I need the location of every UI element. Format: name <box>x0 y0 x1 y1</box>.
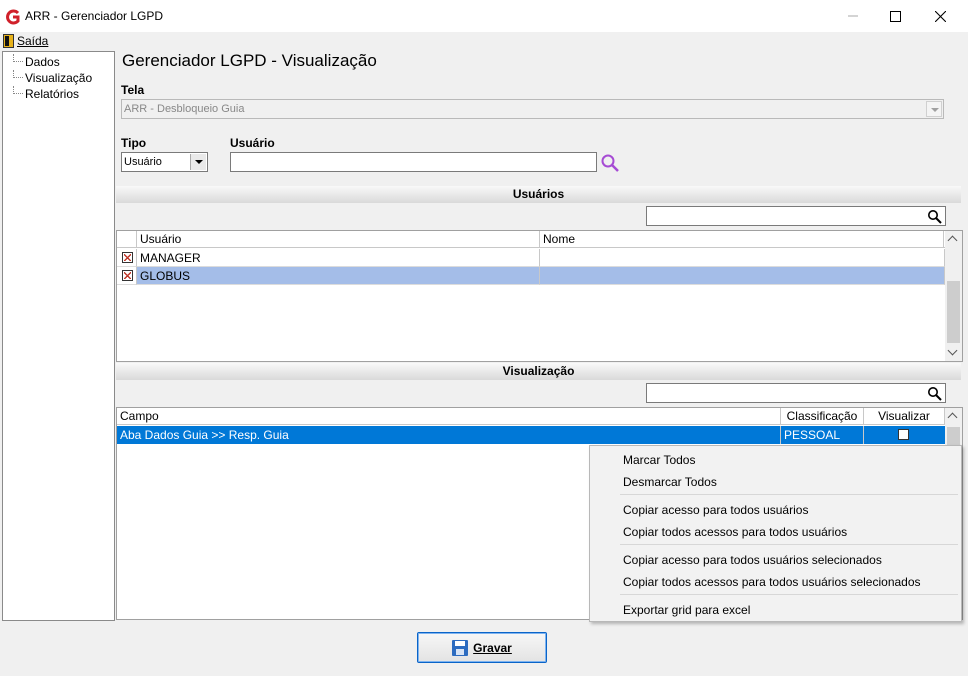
cell-campo: Aba Dados Guia >> Resp. Guia <box>117 426 781 444</box>
gravar-button-label: Gravar <box>473 640 512 655</box>
tree-connector <box>13 70 23 78</box>
cell-nome <box>540 267 945 285</box>
minimize-icon <box>847 15 858 17</box>
search-icon[interactable] <box>927 209 942 224</box>
column-header-campo[interactable]: Campo <box>117 408 781 425</box>
page-title: Gerenciador LGPD - Visualização <box>122 51 377 70</box>
tree-item-label: Relatórios <box>25 87 80 101</box>
menu-item-copiar-acesso-selecionados[interactable]: Copiar acesso para todos usuários seleci… <box>623 553 882 567</box>
cell-usuario: MANAGER <box>137 249 540 267</box>
tipo-select-value: Usuário <box>124 156 162 168</box>
tela-select[interactable]: ARR - Desbloqueio Guia <box>121 99 944 119</box>
visualizacao-section-header: Visualização <box>116 363 961 380</box>
visualizacao-scrollbar[interactable] <box>945 408 962 446</box>
menu-item-copiar-todos-acessos-selecionados[interactable]: Copiar todos acessos para todos usuários… <box>623 575 921 589</box>
maximize-button[interactable] <box>873 0 918 32</box>
scroll-up-arrow-icon[interactable] <box>945 408 962 425</box>
window-title: ARR - Gerenciador LGPD <box>25 9 164 23</box>
usuarios-scrollbar[interactable] <box>945 231 962 361</box>
menu-item-copiar-acesso-todos[interactable]: Copiar acesso para todos usuários <box>623 503 808 517</box>
usuario-input[interactable] <box>230 152 597 172</box>
table-row-selected[interactable]: GLOBUS <box>117 267 945 285</box>
table-row[interactable]: MANAGER <box>117 249 945 267</box>
search-icon[interactable] <box>600 153 620 173</box>
close-button[interactable] <box>918 0 963 32</box>
column-header-nome[interactable]: Nome <box>540 231 944 248</box>
usuarios-grid: Usuário Nome MANAGER GLOBUS <box>116 230 963 362</box>
navigation-tree: Dados Visualização Relatórios <box>2 51 115 621</box>
menu-bar: Saída <box>0 32 968 50</box>
menu-separator <box>620 494 958 495</box>
tree-connector <box>13 54 23 62</box>
tipo-select[interactable]: Usuário <box>121 152 208 172</box>
scrollbar-thumb[interactable] <box>947 427 960 445</box>
menu-item-exportar-excel[interactable]: Exportar grid para excel <box>623 603 750 617</box>
usuarios-search-input[interactable] <box>646 206 946 226</box>
tela-select-value: ARR - Desbloqueio Guia <box>124 103 245 115</box>
tipo-label: Tipo <box>121 136 147 150</box>
menu-item-copiar-todos-acessos-todos[interactable]: Copiar todos acessos para todos usuários <box>623 525 847 539</box>
tela-label: Tela <box>121 83 145 97</box>
menu-item-saida-label: Saída <box>17 34 49 48</box>
search-icon[interactable] <box>927 386 942 401</box>
row-checkbox[interactable] <box>122 270 133 281</box>
maximize-icon <box>890 10 901 22</box>
scrollbar-thumb[interactable] <box>947 281 960 343</box>
column-header-usuario[interactable]: Usuário <box>137 231 540 248</box>
scroll-up-arrow-icon[interactable] <box>945 231 962 248</box>
cell-classificacao: PESSOAL <box>781 426 864 444</box>
tree-item-dados[interactable]: Dados <box>3 54 113 70</box>
menu-item-marcar-todos[interactable]: Marcar Todos <box>623 453 695 467</box>
menu-item-saida[interactable]: Saída <box>3 32 48 50</box>
usuario-label: Usuário <box>230 136 275 150</box>
exit-door-icon <box>3 34 14 48</box>
context-menu: Marcar Todos Desmarcar Todos Copiar aces… <box>589 445 962 622</box>
table-row-selected[interactable]: Aba Dados Guia >> Resp. Guia PESSOAL <box>117 426 945 444</box>
row-checkbox[interactable] <box>122 252 133 263</box>
tree-connector <box>13 86 23 94</box>
minimize-button[interactable] <box>830 0 875 32</box>
tree-item-label: Visualização <box>25 71 93 85</box>
cell-usuario: GLOBUS <box>137 267 540 285</box>
checkbox-column-header <box>117 231 137 248</box>
grid-header: Usuário Nome <box>117 231 945 248</box>
column-header-visualizar[interactable]: Visualizar <box>864 408 945 425</box>
title-bar: ARR - Gerenciador LGPD <box>0 0 968 32</box>
gravar-button[interactable]: Gravar <box>417 632 547 663</box>
close-icon <box>935 10 946 22</box>
cell-nome <box>540 249 945 267</box>
column-header-classificacao[interactable]: Classificação <box>781 408 864 425</box>
chevron-down-icon <box>190 154 206 170</box>
cell-visualizar <box>864 426 945 444</box>
usuarios-section-header: Usuários <box>116 186 961 203</box>
menu-separator <box>620 544 958 545</box>
tree-item-label: Dados <box>25 55 60 69</box>
menu-separator <box>620 594 958 595</box>
chevron-down-icon <box>926 101 942 117</box>
row-checkbox-cell <box>117 249 137 267</box>
save-floppy-icon <box>452 639 469 656</box>
menu-item-desmarcar-todos[interactable]: Desmarcar Todos <box>623 475 717 489</box>
app-logo-icon <box>6 9 20 25</box>
scroll-down-arrow-icon[interactable] <box>945 344 962 361</box>
tree-item-visualizacao[interactable]: Visualização <box>3 70 113 86</box>
visualizacao-search-input[interactable] <box>646 383 946 403</box>
grid-header: Campo Classificação Visualizar <box>117 408 945 425</box>
visualizar-checkbox[interactable] <box>898 429 909 440</box>
tree-item-relatorios[interactable]: Relatórios <box>3 86 113 102</box>
row-checkbox-cell <box>117 267 137 285</box>
